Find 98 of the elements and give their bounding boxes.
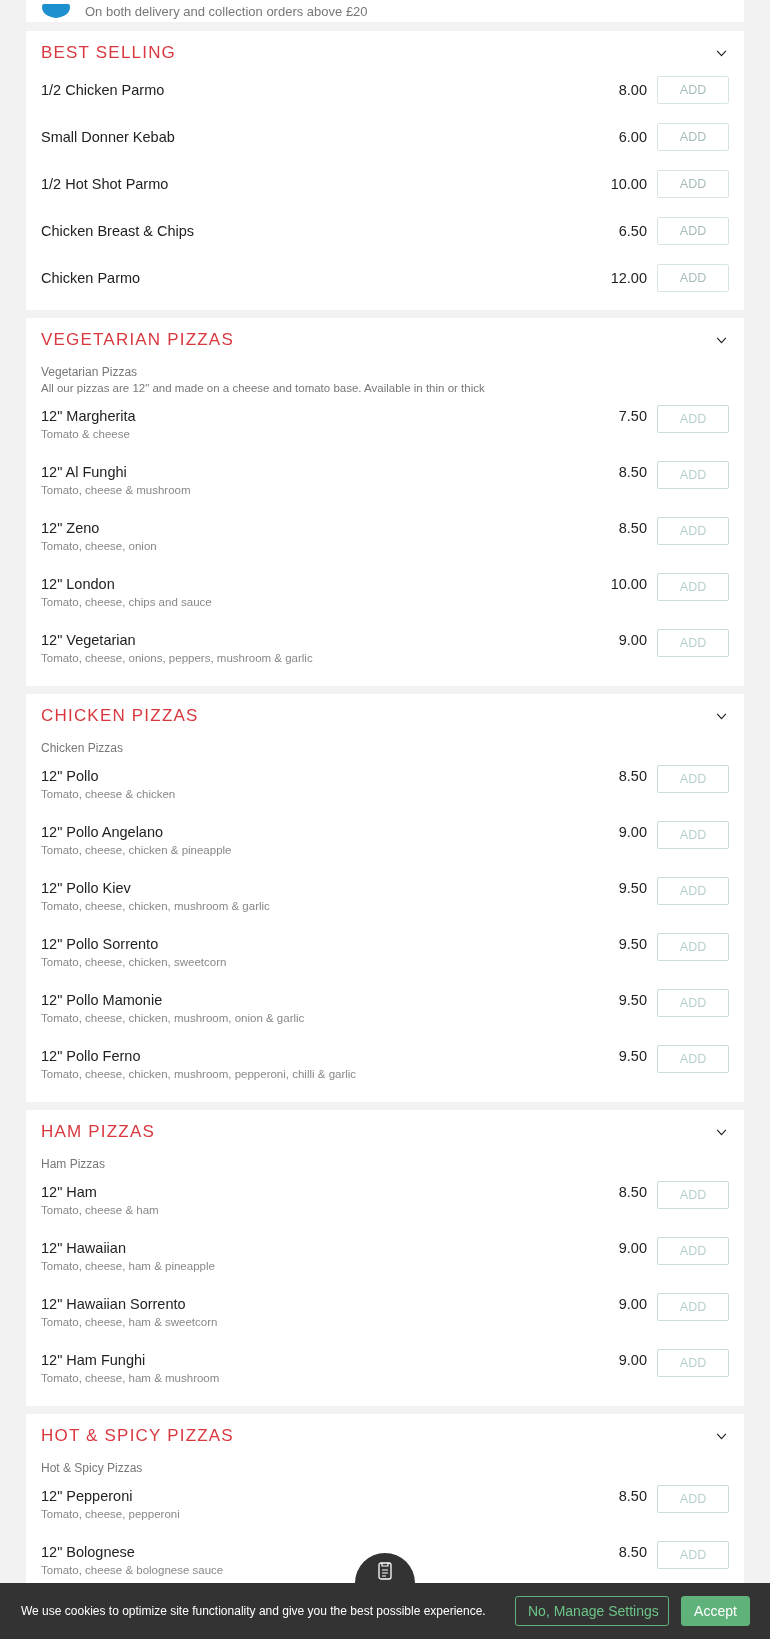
item-description: Tomato, cheese, pepperoni [41,1507,180,1522]
section-description: Vegetarian Pizzas [41,364,139,380]
item-name: 12" Margherita [41,407,136,426]
item-description: Tomato, cheese, chips and sauce [41,595,212,610]
chevron-icon[interactable] [716,1128,727,1136]
item-price: 12.00 [610,269,647,288]
item-description: Tomato, cheese, chicken & pineapple [41,843,232,858]
item-price: 9.50 [618,991,647,1010]
section-title: HOT & SPICY PIZZAS [41,1426,234,1446]
add-button[interactable]: ADD [657,1045,729,1073]
item-description: Tomato, cheese, ham & sweetcorn [41,1315,218,1330]
add-button[interactable]: ADD [657,877,729,905]
item-price: 8.50 [618,519,647,538]
item-price: 9.00 [618,631,647,650]
section-title: BEST SELLING [41,43,177,63]
accept-button[interactable]: Accept [681,1596,750,1626]
add-button[interactable]: ADD [657,517,729,545]
item-name: Small Donner Kebab [41,128,175,147]
add-button[interactable]: ADD [657,933,729,961]
item-name: 12" Ham [41,1183,97,1202]
add-button[interactable]: ADD [657,989,729,1017]
item-description: Tomato, cheese, onion [41,539,157,554]
item-price: 8.50 [618,767,647,786]
item-price: 9.50 [618,1047,647,1066]
item-name: 1/2 Hot Shot Parmo [41,175,169,194]
add-button[interactable]: ADD [657,629,729,657]
item-price: 9.50 [618,879,647,898]
item-name: Chicken Breast & Chips [41,222,195,241]
item-name: 12" Ham Funghi [41,1351,146,1370]
item-price: 8.50 [618,1543,647,1562]
add-button[interactable]: ADD [657,1541,729,1569]
chevron-icon[interactable] [716,1432,727,1440]
item-name: 12" Bolognese [41,1543,135,1562]
add-button[interactable]: ADD [657,1293,729,1321]
item-description: Tomato, cheese & ham [41,1203,159,1218]
item-price: 6.50 [618,222,647,241]
item-name: 12" Pepperoni [41,1487,133,1506]
item-name: 12" Pollo Angelano [41,823,164,842]
item-price: 9.00 [618,823,647,842]
item-name: 12" Pollo [41,767,99,786]
item-name: 12" Vegetarian [41,631,136,650]
item-price: 9.00 [618,1239,647,1258]
add-button[interactable]: ADD [657,1237,729,1265]
item-name: 12" Hawaiian [41,1239,126,1258]
item-description: Tomato, cheese, chicken, mushroom & garlic [41,899,270,914]
item-description: Tomato, cheese, onions, peppers, mushroom & garlic [41,651,313,666]
item-price: 8.00 [618,81,647,100]
item-description: Tomato, cheese, ham & pineapple [41,1259,215,1274]
item-name: 12" Pollo Kiev [41,879,131,898]
item-price: 7.50 [618,407,647,426]
item-price: 8.50 [618,463,647,482]
item-price: 10.00 [610,575,647,594]
item-description: Tomato, cheese & bolognese sauce [41,1563,224,1578]
item-name: 12" Pollo Mamonie [41,991,163,1010]
section-description: Hot & Spicy Pizzas [41,1460,144,1476]
section-title: VEGETARIAN PIZZAS [41,330,234,350]
item-price: 9.00 [618,1295,647,1314]
item-name: 12" Pollo Sorrento [41,935,159,954]
item-price: 6.00 [618,128,647,147]
add-button[interactable]: ADD [657,765,729,793]
item-description: Tomato, cheese, chicken, sweetcorn [41,955,227,970]
section-title: HAM PIZZAS [41,1122,155,1142]
cookie-text: We use cookies to optimize site functionality and give you the best possible experience. [21,1604,487,1618]
item-name: 12" Pollo Ferno [41,1047,141,1066]
item-name: 12" Zeno [41,519,100,538]
item-description: Tomato & cheese [41,427,130,442]
section-title: CHICKEN PIZZAS [41,706,199,726]
item-name: 12" London [41,575,115,594]
add-button[interactable]: ADD [657,1349,729,1377]
item-description: Tomato, cheese, chicken, mushroom, onion & garlic [41,1011,305,1026]
item-name: Chicken Parmo [41,269,141,288]
section-description: Chicken Pizzas [41,740,125,756]
item-description: Tomato, cheese, ham & mushroom [41,1371,220,1386]
offer-text: On both delivery and collection orders above £20 [85,3,368,19]
add-button[interactable]: ADD [657,821,729,849]
item-name: 1/2 Chicken Parmo [41,81,165,100]
add-button[interactable]: ADD [657,461,729,489]
item-price: 9.50 [618,935,647,954]
chevron-icon[interactable] [716,336,727,344]
section-description: All our pizzas are 12" and made on a cheese and tomato base. Available in thin or thick [41,381,486,396]
section-description: Ham Pizzas [41,1156,106,1172]
receipt-icon [378,1562,392,1580]
item-price: 9.00 [618,1351,647,1370]
item-name: 12" Hawaiian Sorrento [41,1295,186,1314]
item-price: 10.00 [610,175,647,194]
add-button[interactable]: ADD [657,573,729,601]
add-button[interactable]: ADD [657,1181,729,1209]
chevron-icon[interactable] [716,49,727,57]
item-description: Tomato, cheese, chicken, mushroom, pepperoni, chilli & garlic [41,1067,357,1082]
item-price: 8.50 [618,1183,647,1202]
add-button[interactable]: ADD [657,1485,729,1513]
item-price: 8.50 [618,1487,647,1506]
item-description: Tomato, cheese & mushroom [41,483,191,498]
item-name: 12" Al Funghi [41,463,127,482]
item-description: Tomato, cheese & chicken [41,787,176,802]
manage-settings-button[interactable]: No, Manage Settings [515,1596,669,1626]
add-button[interactable]: ADD [657,405,729,433]
chevron-icon[interactable] [716,712,727,720]
